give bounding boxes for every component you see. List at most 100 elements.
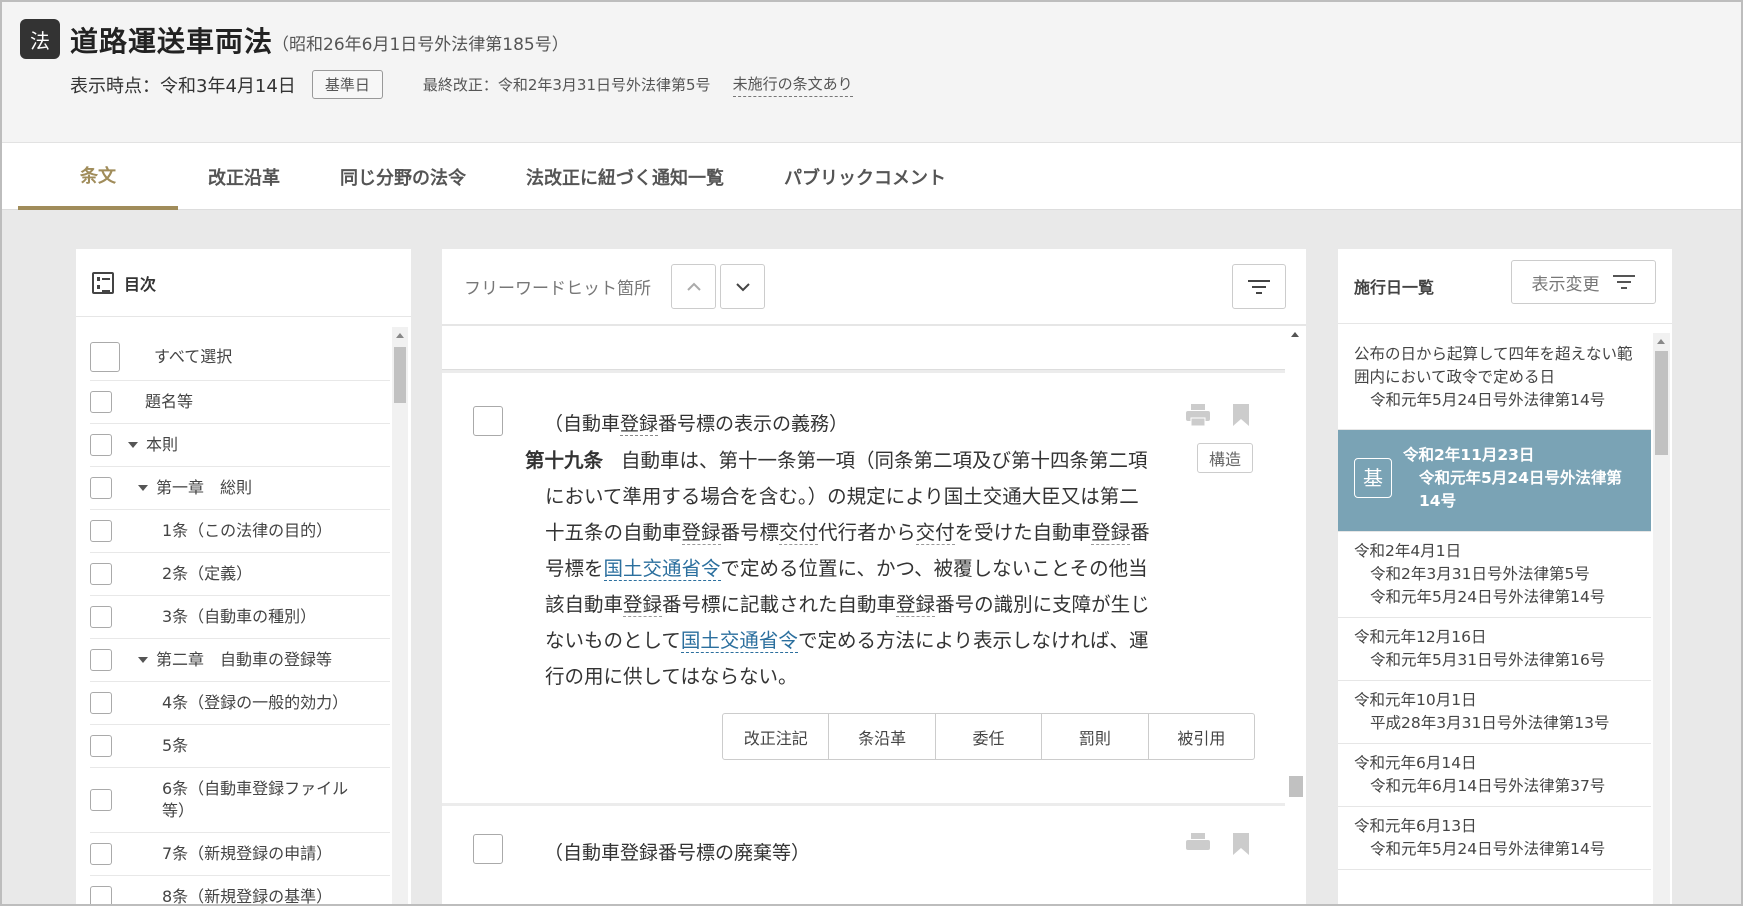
- base-date-mark: 基: [1354, 458, 1392, 498]
- tab-same-field-laws[interactable]: 同じ分野の法令: [310, 143, 496, 210]
- enforcement-law: 令和元年5月24日号外法律第14号: [1370, 840, 1606, 858]
- toc-checkbox[interactable]: [90, 391, 112, 413]
- toc-item[interactable]: 3条（自動車の種別）: [90, 596, 390, 639]
- caret-down-icon[interactable]: [138, 657, 148, 663]
- article-actions: 改正注記 条沿革 委任 罰則 被引用: [722, 713, 1255, 760]
- caret-down-icon[interactable]: [128, 442, 138, 448]
- article-checkbox[interactable]: [473, 834, 503, 864]
- toc-item-label: 5条: [162, 736, 189, 755]
- toc-item[interactable]: 第二章 自動車の登録等: [90, 639, 390, 682]
- toc-scroll-thumb[interactable]: [394, 347, 406, 403]
- term-link[interactable]: 登録: [623, 593, 663, 617]
- caption-text: （自動車: [544, 413, 621, 435]
- article-checkbox[interactable]: [473, 406, 503, 436]
- article-scrollbar[interactable]: [1285, 326, 1306, 904]
- toc-checkbox[interactable]: [90, 434, 112, 456]
- select-all-checkbox[interactable]: [90, 342, 120, 372]
- enforcement-item[interactable]: 令和元年10月1日 平成28年3月31日号外法律第13号: [1338, 681, 1651, 744]
- term-link[interactable]: 交付: [779, 521, 819, 545]
- view-change-label: 表示変更: [1531, 274, 1600, 295]
- search-hit-label: フリーワードヒット箇所: [464, 279, 651, 299]
- article-text: 番号の識別に支障が生じ: [935, 593, 1150, 616]
- article-body: 第十九条 自動車は、第十一条第一項（同条第二項及び第十四条第二項 において準用する…: [525, 443, 1175, 695]
- toc-checkbox[interactable]: [90, 520, 112, 542]
- toc-checkbox[interactable]: [90, 886, 112, 904]
- toc-item[interactable]: 第一章 総則: [90, 467, 390, 510]
- tab-amendment-history[interactable]: 改正沿革: [178, 143, 310, 210]
- caption-term[interactable]: 登録: [620, 413, 659, 436]
- enforcement-item[interactable]: 令和元年6月14日 令和元年6月14日号外法律第37号: [1338, 744, 1651, 807]
- enforcement-law: 令和元年5月24日号外法律第14号: [1419, 469, 1622, 510]
- ordinance-link[interactable]: 国土交通省令: [603, 557, 721, 581]
- toc-item[interactable]: 6条（自動車登録ファイル等）: [90, 768, 390, 833]
- penalty-button[interactable]: 罰則: [1042, 714, 1149, 759]
- enforcement-date: 令和元年6月13日: [1354, 817, 1477, 835]
- toc-item-label: 4条（登録の一般的効力）: [162, 693, 349, 712]
- structure-button[interactable]: 構造: [1197, 443, 1253, 473]
- next-article-card: （自動車登録番号標の廃棄等）: [442, 806, 1285, 904]
- toc-item[interactable]: 本則: [90, 424, 390, 467]
- article-text: 代行者から: [818, 521, 916, 544]
- toc-checkbox[interactable]: [90, 735, 112, 757]
- enforcement-date: 公布の日から起算して四年を超えない範囲内において政令で定める日: [1354, 345, 1633, 386]
- toc-checkbox[interactable]: [90, 649, 112, 671]
- unenforced-link[interactable]: 未施行の条文あり: [732, 73, 853, 97]
- enforcement-item[interactable]: 令和元年12月16日 令和元年5月31日号外法律第16号: [1338, 618, 1651, 681]
- enforcement-law: 令和元年6月14日号外法律第37号: [1370, 777, 1606, 795]
- term-link[interactable]: 登録: [896, 593, 936, 617]
- prev-hit-button[interactable]: [671, 264, 716, 309]
- toc-item[interactable]: 5条: [90, 725, 390, 768]
- ordinance-link[interactable]: 国土交通省令: [680, 629, 798, 653]
- enforcement-scrollbar[interactable]: [1653, 333, 1670, 904]
- cited-by-button[interactable]: 被引用: [1149, 714, 1254, 759]
- toc-checkbox[interactable]: [90, 843, 112, 865]
- list-icon: [92, 271, 114, 294]
- enforcement-item[interactable]: 公布の日から起算して四年を超えない範囲内において政令で定める日 令和元年5月24…: [1338, 335, 1651, 430]
- print-icon[interactable]: [1185, 403, 1211, 427]
- base-date-button[interactable]: 基準日: [311, 70, 383, 99]
- scroll-up-icon[interactable]: [1657, 339, 1665, 344]
- toc-item[interactable]: 7条（新規登録の申請）: [90, 833, 390, 876]
- tab-articles[interactable]: 条文: [18, 143, 178, 210]
- filter-button[interactable]: [1232, 264, 1286, 309]
- enforcement-date: 令和元年12月16日: [1354, 628, 1487, 646]
- enforcement-item[interactable]: 令和元年6月13日 令和元年5月24日号外法律第14号: [1338, 807, 1651, 870]
- toc-item[interactable]: 1条（この法律の目的）: [90, 510, 390, 553]
- toc-scrollbar[interactable]: [392, 327, 408, 904]
- bookmark-icon[interactable]: [1232, 403, 1250, 427]
- tab-public-comment[interactable]: パブリックコメント: [754, 143, 976, 210]
- tab-notices[interactable]: 法改正に紐づく通知一覧: [496, 143, 754, 210]
- print-icon[interactable]: [1185, 832, 1211, 856]
- article-history-button[interactable]: 条沿革: [829, 714, 936, 759]
- enforcement-item-selected[interactable]: 基 令和2年11月23日 令和元年5月24日号外法律第14号: [1338, 430, 1651, 532]
- article-number: 第十九条: [525, 449, 604, 472]
- toc-item[interactable]: 2条（定義）: [90, 553, 390, 596]
- view-change-button[interactable]: 表示変更: [1511, 260, 1656, 304]
- article-scroll-thumb[interactable]: [1289, 776, 1303, 797]
- term-link[interactable]: 登録: [681, 521, 721, 545]
- delegation-button[interactable]: 委任: [936, 714, 1043, 759]
- toc-checkbox[interactable]: [90, 692, 112, 714]
- enforcement-scroll-thumb[interactable]: [1655, 351, 1668, 455]
- enforcement-list: 公布の日から起算して四年を超えない範囲内において政令で定める日 令和元年5月24…: [1338, 335, 1651, 870]
- scroll-up-icon[interactable]: [1291, 332, 1299, 337]
- caret-down-icon[interactable]: [138, 485, 148, 491]
- scroll-up-icon[interactable]: [396, 333, 404, 338]
- toc-checkbox[interactable]: [90, 789, 112, 811]
- toc-item[interactable]: 題名等: [90, 381, 390, 424]
- toc-checkbox[interactable]: [90, 606, 112, 628]
- term-link[interactable]: 登録: [1091, 521, 1131, 545]
- enforcement-law: 令和元年5月24日号外法律第14号: [1370, 588, 1606, 606]
- toc-select-all[interactable]: すべて選択: [90, 334, 390, 381]
- toc-item[interactable]: 4条（登録の一般的効力）: [90, 682, 390, 725]
- toc-item-label: 2条（定義）: [162, 564, 253, 583]
- toc-checkbox[interactable]: [90, 477, 112, 499]
- amendment-note-button[interactable]: 改正注記: [723, 714, 830, 759]
- term-link[interactable]: 交付: [915, 521, 955, 545]
- bookmark-icon[interactable]: [1232, 832, 1250, 856]
- toc-title: 目次: [124, 274, 157, 294]
- toc-checkbox[interactable]: [90, 563, 112, 585]
- enforcement-item[interactable]: 令和2年4月1日 令和2年3月31日号外法律第5号 令和元年5月24日号外法律第…: [1338, 532, 1651, 618]
- toc-item[interactable]: 8条（新規登録の基準）: [90, 876, 390, 904]
- next-hit-button[interactable]: [720, 264, 765, 309]
